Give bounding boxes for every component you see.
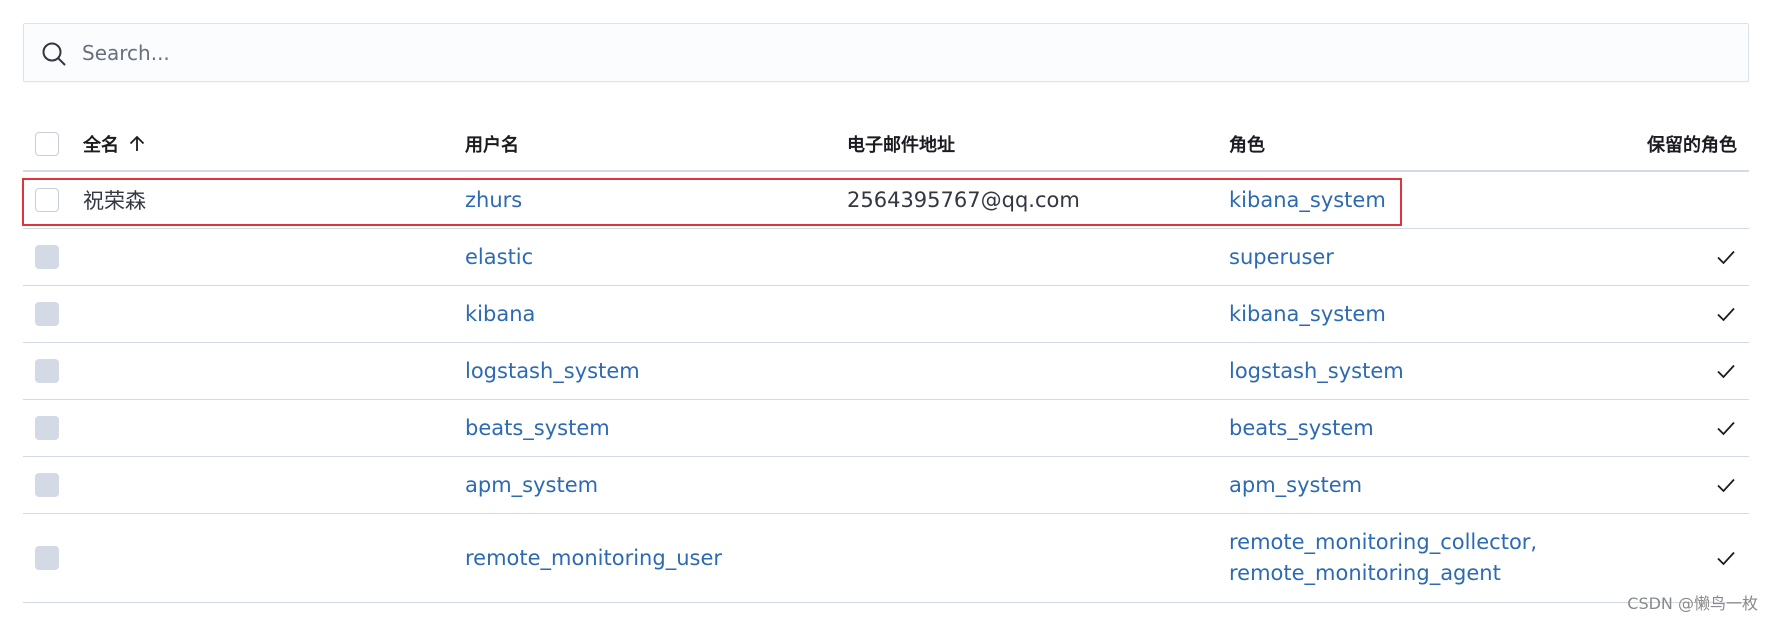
email-cell: 2564395767@qq.com: [847, 188, 1080, 212]
users-table: 全名 用户名 电子邮件地址 角色 保留的角色 祝荣森 zhurs 2564395…: [23, 118, 1749, 603]
roles-cell: beats_system: [1229, 400, 1374, 456]
table-row: apm_system apm_system: [23, 457, 1749, 514]
table-header: 全名 用户名 电子邮件地址 角色 保留的角色: [23, 118, 1749, 172]
row-checkbox-disabled: [35, 416, 59, 440]
row-checkbox-disabled: [35, 546, 59, 570]
row-checkbox-disabled: [35, 359, 59, 383]
column-header-email[interactable]: 电子邮件地址: [847, 118, 955, 170]
full-name-cell: 祝荣森: [83, 189, 146, 213]
reserved-cell: [1715, 400, 1737, 456]
column-header-username[interactable]: 用户名: [465, 118, 519, 170]
table-row: 祝荣森 zhurs 2564395767@qq.com kibana_syste…: [23, 172, 1749, 229]
check-icon: [1717, 364, 1735, 379]
username-link[interactable]: remote_monitoring_user: [465, 514, 722, 602]
username-link[interactable]: beats_system: [465, 400, 610, 456]
role-link[interactable]: remote_monitoring_agent: [1229, 558, 1537, 589]
username-link[interactable]: logstash_system: [465, 343, 640, 399]
table-row: kibana kibana_system: [23, 286, 1749, 343]
table-row: remote_monitoring_user remote_monitoring…: [23, 514, 1749, 603]
arrow-up-icon: [129, 135, 145, 151]
search-bar[interactable]: [23, 23, 1749, 82]
roles-cell: remote_monitoring_collector, remote_moni…: [1229, 514, 1537, 602]
table-row: logstash_system logstash_system: [23, 343, 1749, 400]
watermark: CSDN @懒鸟一枚: [1627, 594, 1758, 613]
roles-cell: logstash_system: [1229, 343, 1404, 399]
search-input[interactable]: [82, 34, 1722, 72]
check-icon: [1717, 307, 1735, 322]
role-link[interactable]: kibana_system: [1229, 302, 1386, 326]
username-link[interactable]: kibana: [465, 286, 535, 342]
row-checkbox-disabled: [35, 473, 59, 497]
role-link[interactable]: kibana_system: [1229, 188, 1386, 212]
check-icon: [1717, 551, 1735, 566]
reserved-cell: [1715, 514, 1737, 602]
check-icon: [1717, 478, 1735, 493]
reserved-cell: [1715, 286, 1737, 342]
table-row: elastic superuser: [23, 229, 1749, 286]
row-checkbox[interactable]: [35, 188, 59, 212]
username-link[interactable]: zhurs: [465, 172, 522, 228]
table-row: beats_system beats_system: [23, 400, 1749, 457]
row-checkbox-disabled: [35, 245, 59, 269]
reserved-cell: [1715, 343, 1737, 399]
select-all-checkbox[interactable]: [35, 132, 59, 156]
check-icon: [1717, 250, 1735, 265]
roles-cell: kibana_system: [1229, 286, 1386, 342]
role-link[interactable]: superuser: [1229, 245, 1334, 269]
role-link[interactable]: logstash_system: [1229, 359, 1404, 383]
check-icon: [1717, 421, 1735, 436]
search-icon: [42, 42, 66, 66]
column-header-reserved: 保留的角色: [1647, 135, 1737, 156]
column-header-roles: 角色: [1229, 135, 1265, 156]
roles-cell: apm_system: [1229, 457, 1362, 513]
roles-list: remote_monitoring_collector, remote_moni…: [1229, 527, 1537, 589]
roles-cell: kibana_system: [1229, 172, 1386, 228]
role-link[interactable]: apm_system: [1229, 473, 1362, 497]
username-link[interactable]: elastic: [465, 229, 533, 285]
username-link[interactable]: apm_system: [465, 457, 598, 513]
reserved-cell: [1715, 229, 1737, 285]
column-header-full-name[interactable]: 全名: [83, 118, 147, 170]
row-checkbox-disabled: [35, 302, 59, 326]
role-link[interactable]: remote_monitoring_collector,: [1229, 527, 1537, 558]
role-link[interactable]: beats_system: [1229, 416, 1374, 440]
reserved-cell: [1715, 457, 1737, 513]
roles-cell: superuser: [1229, 229, 1334, 285]
